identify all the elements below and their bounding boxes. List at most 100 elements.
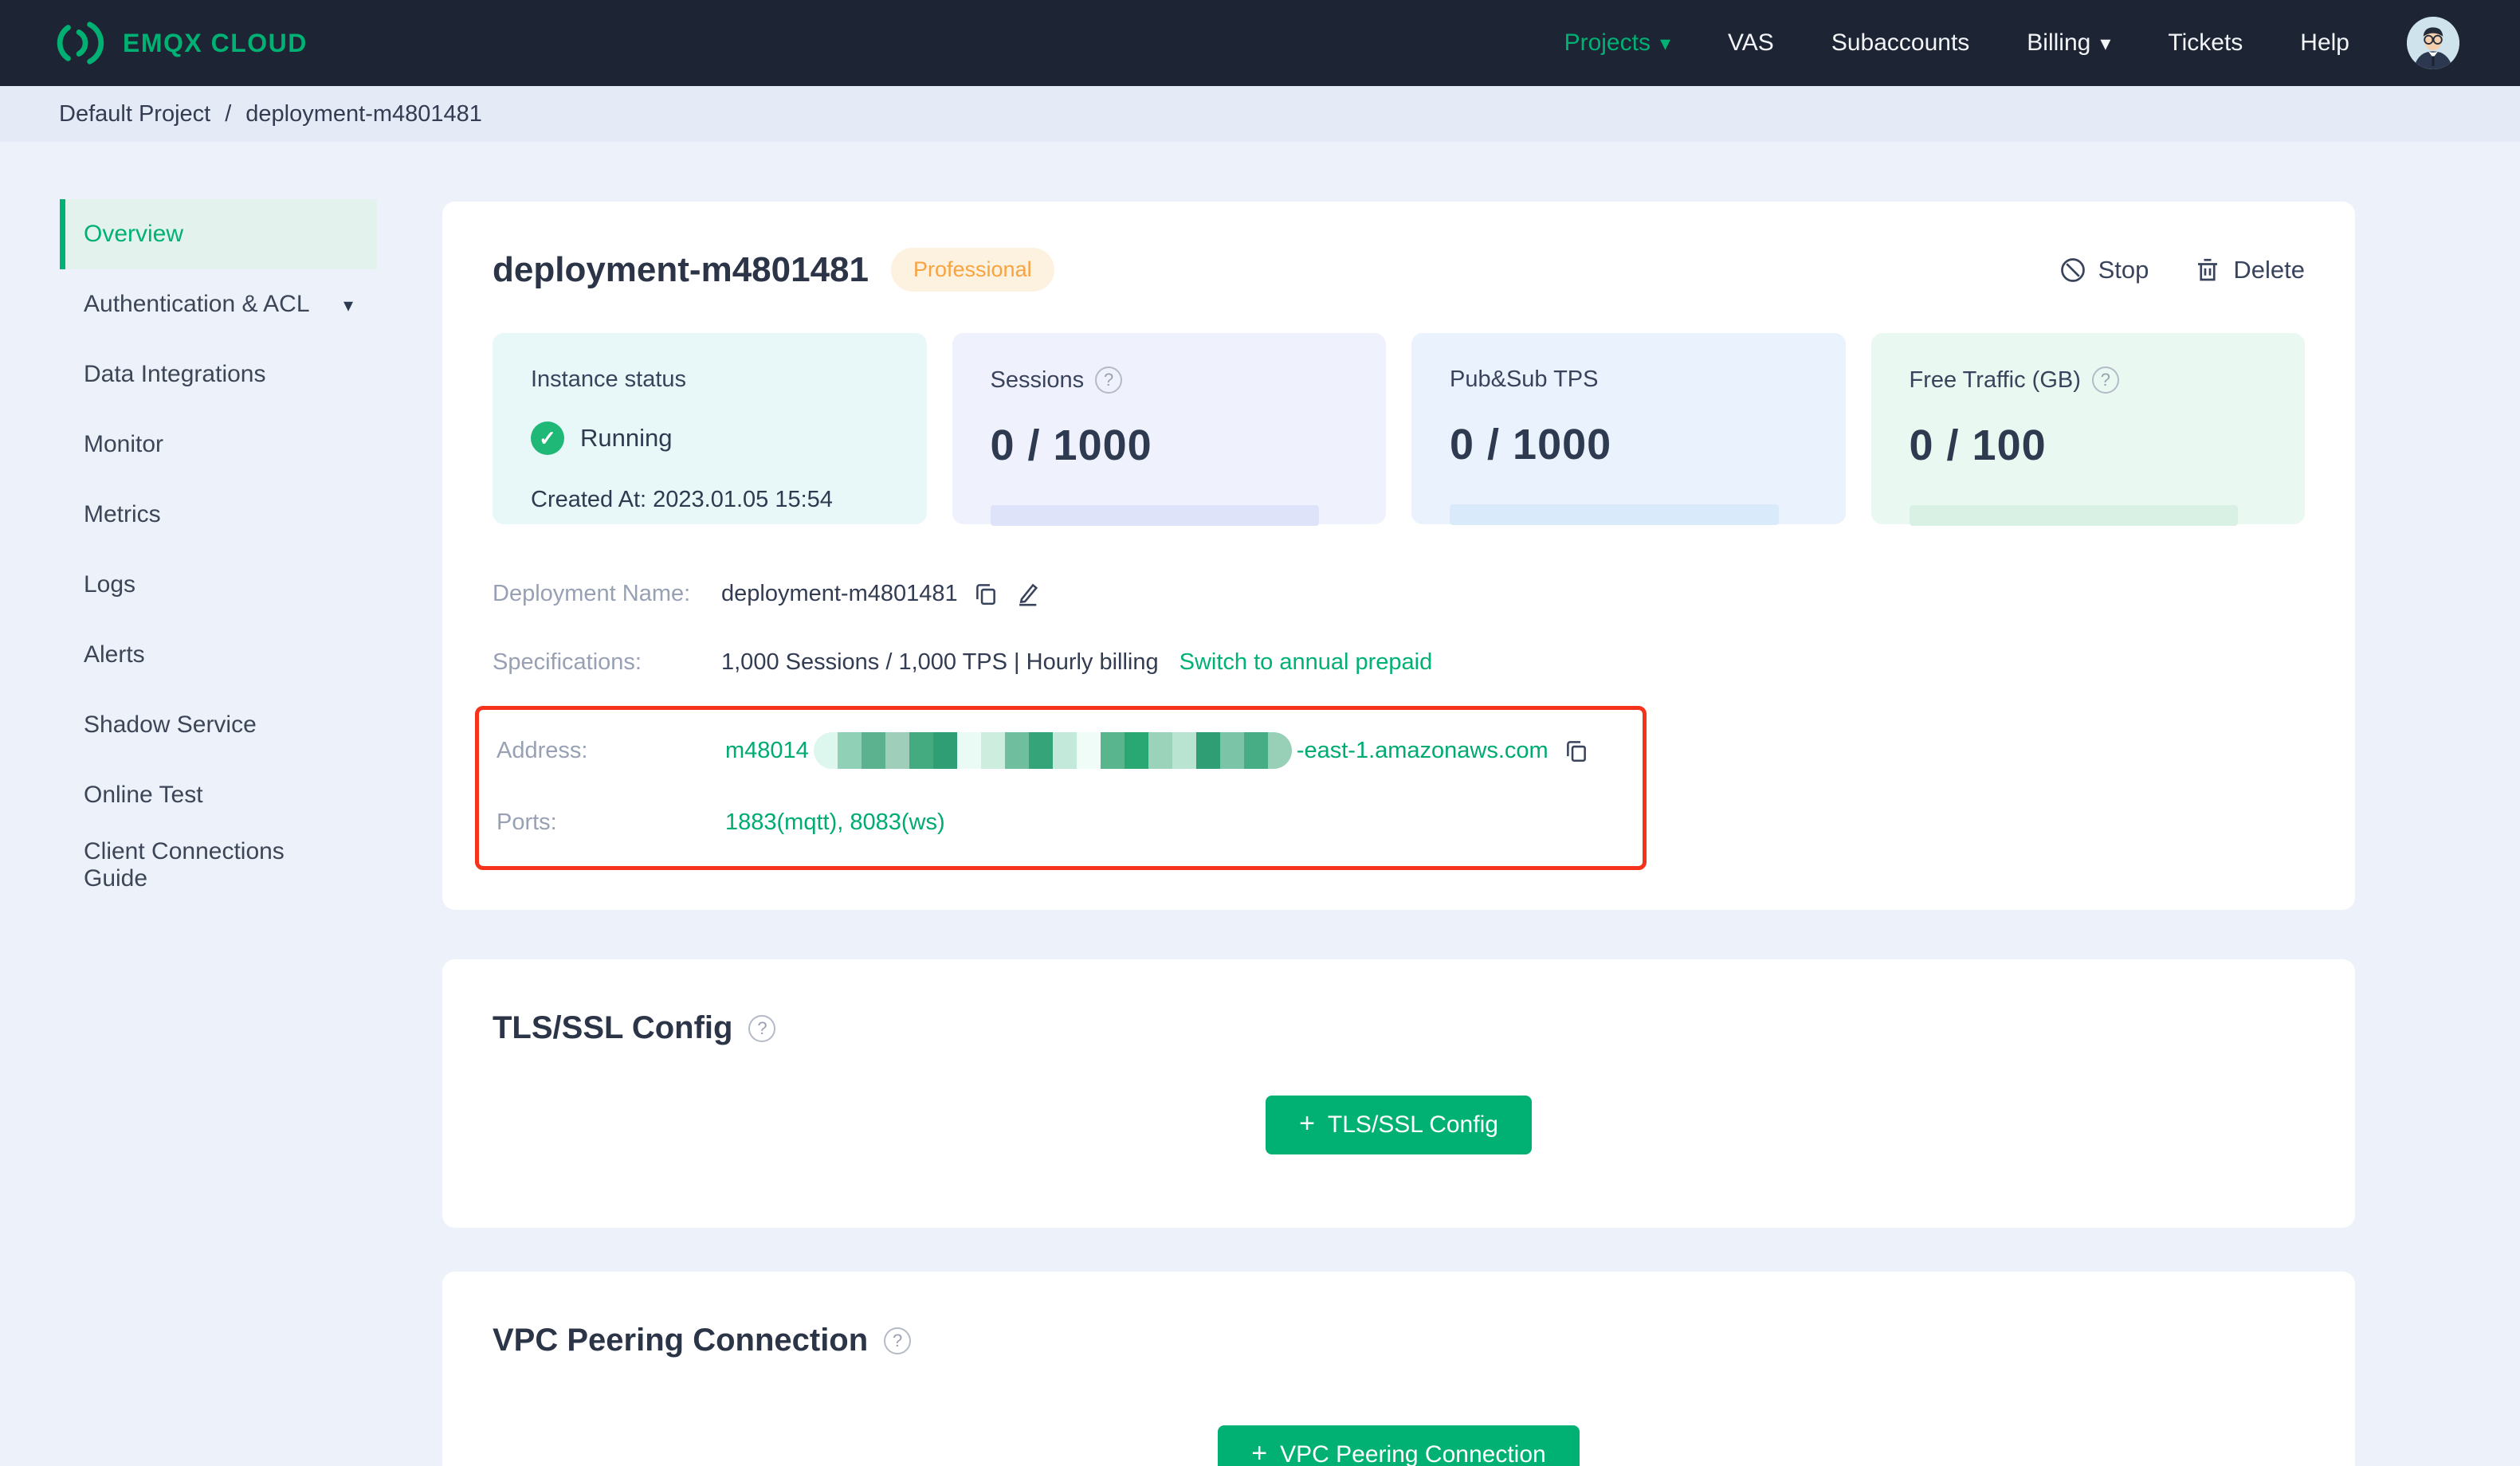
address-label: Address: xyxy=(497,737,588,763)
sidebar-item-label: Shadow Service xyxy=(84,711,257,738)
nav-item-label: Tickets xyxy=(2168,29,2243,56)
nav-item-label: Subaccounts xyxy=(1831,29,1970,56)
nav-menu: Projects VAS Subaccounts Billing Tickets… xyxy=(1564,17,2459,69)
running-check-icon xyxy=(531,421,564,455)
sidebar-item-label: Overview xyxy=(84,221,184,247)
sidebar-item-alerts[interactable]: Alerts xyxy=(0,620,377,690)
avatar-person-icon xyxy=(2407,17,2459,69)
deployment-name-value: deployment-m4801481 xyxy=(721,580,958,606)
sidebar-item-label: Client Connections Guide xyxy=(84,838,285,892)
deployment-overview-card: deployment-m4801481 Professional Stop De… xyxy=(442,202,2355,910)
sidebar-item-label: Online Test xyxy=(84,782,203,808)
copy-name-button[interactable] xyxy=(972,580,999,607)
chevron-down-icon xyxy=(343,291,353,318)
brand-name: EMQX CLOUD xyxy=(123,28,308,57)
chevron-down-icon xyxy=(1660,29,1670,57)
help-icon[interactable] xyxy=(2091,366,2119,394)
user-avatar[interactable] xyxy=(2407,17,2459,69)
copy-icon xyxy=(1566,741,1586,762)
add-tls-ssl-config-label: TLS/SSL Config xyxy=(1327,1111,1498,1138)
sidebar-item-monitor[interactable]: Monitor xyxy=(0,410,377,480)
tps-label: Pub&Sub TPS xyxy=(1450,366,1599,392)
tps-progress-bar xyxy=(1450,504,1779,525)
nav-item-projects[interactable]: Projects xyxy=(1564,29,1670,57)
sidebar: Overview Authentication & ACL Data Integ… xyxy=(0,142,377,1466)
sessions-card: Sessions 0 / 1000 xyxy=(952,333,1386,526)
nav-item-subaccounts[interactable]: Subaccounts xyxy=(1831,29,1969,57)
nav-item-label: Billing xyxy=(2027,29,2091,56)
ports-value: 1883(mqtt), 8083(ws) xyxy=(725,809,945,835)
nav-item-help[interactable]: Help xyxy=(2300,29,2349,57)
nav-item-label: VAS xyxy=(1728,29,1774,56)
nav-item-label: Projects xyxy=(1564,29,1651,56)
sidebar-item-label: Monitor xyxy=(84,431,164,457)
add-vpc-peering-label: VPC Peering Connection xyxy=(1280,1441,1546,1466)
breadcrumb-separator: / xyxy=(225,100,232,127)
sidebar-item-authentication-acl[interactable]: Authentication & ACL xyxy=(0,269,377,339)
nav-item-label: Help xyxy=(2300,29,2349,56)
trash-icon xyxy=(2198,258,2218,280)
sidebar-item-online-test[interactable]: Online Test xyxy=(0,760,377,830)
ports-label: Ports: xyxy=(497,809,557,835)
breadcrumb-current: deployment-m4801481 xyxy=(245,100,482,127)
edit-pencil-icon xyxy=(1019,583,1038,606)
sidebar-item-metrics[interactable]: Metrics xyxy=(0,480,377,550)
stop-label: Stop xyxy=(2098,255,2149,284)
free-traffic-progress-bar xyxy=(1909,505,2239,526)
free-traffic-value: 0 / 100 xyxy=(1909,421,2047,469)
sessions-label: Sessions xyxy=(990,366,1085,393)
sidebar-item-label: Authentication & ACL xyxy=(84,291,310,317)
main-content: deployment-m4801481 Professional Stop De… xyxy=(442,142,2355,1466)
help-icon[interactable] xyxy=(748,1014,776,1042)
sessions-progress-bar xyxy=(990,505,1320,526)
help-icon[interactable] xyxy=(884,1327,912,1354)
address-highlight-box: Address: m48014 -east-1.amazonaws.com Po… xyxy=(475,706,1647,870)
delete-label: Delete xyxy=(2233,255,2305,284)
sidebar-item-overview[interactable]: Overview xyxy=(60,199,377,269)
nav-item-vas[interactable]: VAS xyxy=(1728,29,1774,57)
vpc-peering-card: VPC Peering Connection VPC Peering Conne… xyxy=(442,1272,2355,1466)
vpc-peering-title: VPC Peering Connection xyxy=(493,1323,869,1358)
plus-icon xyxy=(1251,1441,1267,1466)
address-suffix: -east-1.amazonaws.com xyxy=(1296,737,1549,763)
sidebar-item-logs[interactable]: Logs xyxy=(0,550,377,620)
stop-icon xyxy=(2060,257,2085,282)
sessions-value: 0 / 1000 xyxy=(990,421,1152,469)
nav-item-billing[interactable]: Billing xyxy=(2027,29,2110,57)
address-prefix: m48014 xyxy=(725,737,809,763)
created-at: Created At: 2023.01.05 15:54 xyxy=(531,487,833,512)
edit-name-button[interactable] xyxy=(1014,580,1041,607)
copy-address-button[interactable] xyxy=(1563,737,1590,764)
tls-ssl-title: TLS/SSL Config xyxy=(493,1010,733,1045)
breadcrumb-project[interactable]: Default Project xyxy=(59,101,210,127)
sidebar-item-shadow-service[interactable]: Shadow Service xyxy=(0,690,377,760)
stop-button[interactable]: Stop xyxy=(2059,256,2149,284)
delete-button[interactable]: Delete xyxy=(2193,256,2305,284)
tps-card: Pub&Sub TPS 0 / 1000 xyxy=(1411,333,1846,525)
plus-icon xyxy=(1299,1111,1315,1139)
instance-status-card: Instance status Running Created At: 2023… xyxy=(493,333,927,524)
instance-status-value: Running xyxy=(580,424,673,452)
specifications-label: Specifications: xyxy=(493,649,642,675)
breadcrumb: Default Project / deployment-m4801481 xyxy=(0,86,2520,142)
deployment-title: deployment-m4801481 xyxy=(493,249,869,289)
plan-badge: Professional xyxy=(891,248,1054,292)
tls-ssl-card: TLS/SSL Config TLS/SSL Config xyxy=(442,959,2355,1228)
free-traffic-label: Free Traffic (GB) xyxy=(1909,366,2081,393)
sidebar-item-label: Metrics xyxy=(84,501,161,527)
help-icon[interactable] xyxy=(1095,366,1123,394)
brand[interactable]: EMQX CLOUD xyxy=(56,18,308,68)
sidebar-item-label: Data Integrations xyxy=(84,361,266,387)
deployment-name-label: Deployment Name: xyxy=(493,580,691,606)
switch-annual-prepaid-link[interactable]: Switch to annual prepaid xyxy=(1180,649,1433,676)
emqx-logo-icon xyxy=(57,22,104,65)
chevron-down-icon xyxy=(2100,29,2110,57)
sidebar-item-data-integrations[interactable]: Data Integrations xyxy=(0,339,377,410)
add-vpc-peering-button[interactable]: VPC Peering Connection xyxy=(1218,1425,1580,1466)
top-navbar: EMQX CLOUD Projects VAS Subaccounts Bill… xyxy=(0,0,2520,86)
sidebar-item-client-connections-guide[interactable]: Client Connections Guide xyxy=(0,830,377,900)
add-tls-ssl-config-button[interactable]: TLS/SSL Config xyxy=(1266,1096,1532,1154)
free-traffic-card: Free Traffic (GB) 0 / 100 xyxy=(1870,333,2305,526)
nav-item-tickets[interactable]: Tickets xyxy=(2168,29,2243,57)
address-redacted-blur xyxy=(813,732,1292,769)
